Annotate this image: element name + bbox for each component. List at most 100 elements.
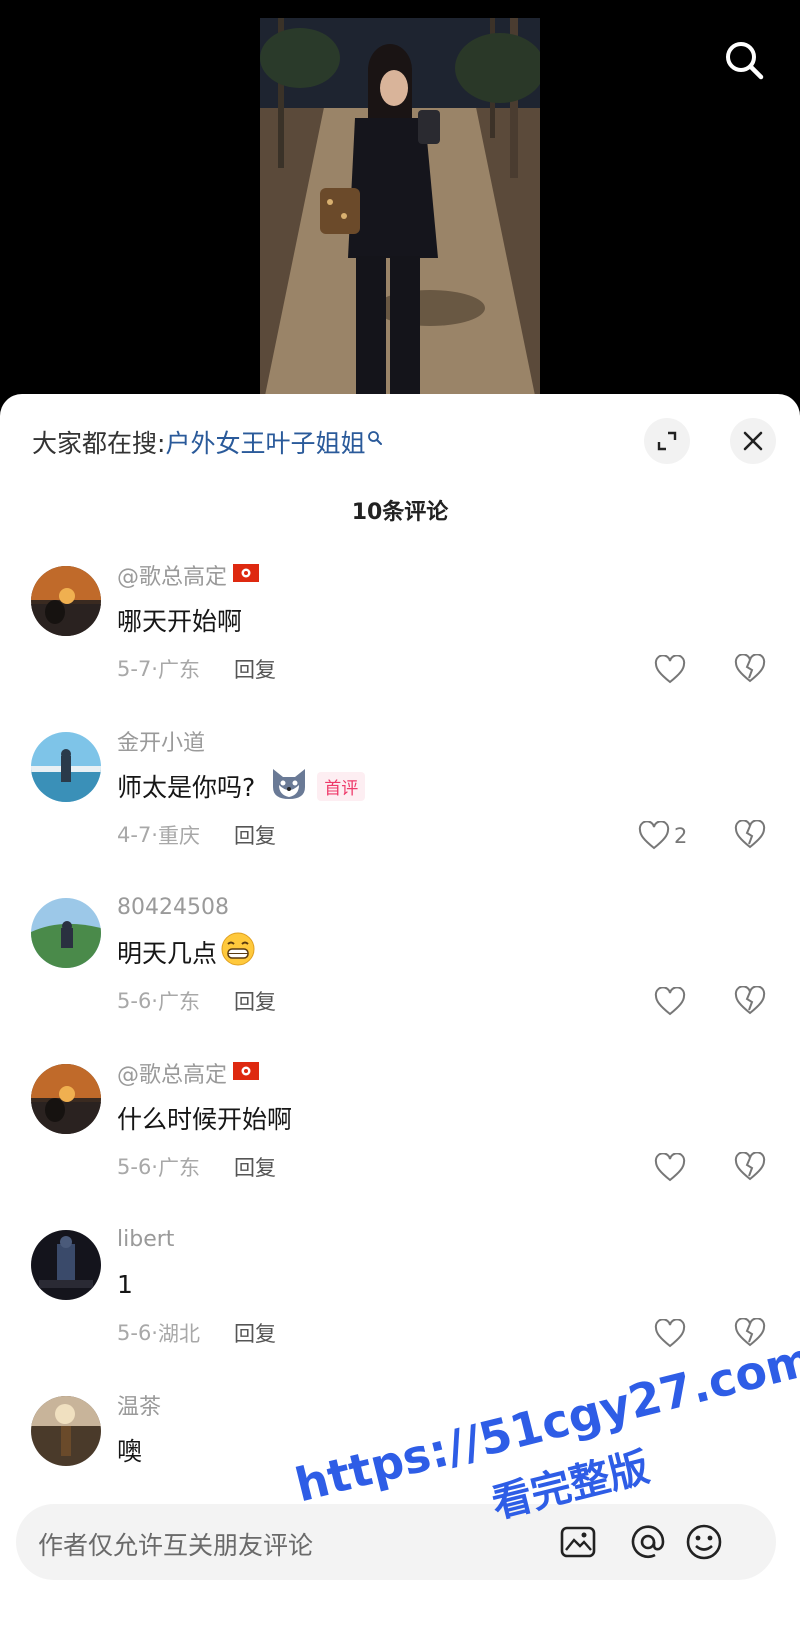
username-text: @歌总高定 xyxy=(117,1063,228,1088)
comment-text-content: 明天几点 xyxy=(117,939,218,968)
wolf-emoji-icon xyxy=(269,765,309,807)
comment-item[interactable]: @歌总高定 哪天开始啊 5-7· 广东 回复 xyxy=(0,556,800,722)
broken-heart-icon xyxy=(734,1317,766,1347)
comment-text: 师太是你吗? 首评 xyxy=(117,765,366,807)
avatar[interactable] xyxy=(31,566,101,636)
image-icon xyxy=(560,1526,596,1558)
search-button[interactable] xyxy=(720,36,768,84)
comment-meta: 4-7· 重庆 回复 xyxy=(117,820,276,850)
dislike-button[interactable] xyxy=(734,1317,766,1350)
comment-meta: 5-7· 广东 回复 xyxy=(117,654,276,684)
search-suggestion: 大家都在搜: 户外女王叶子姐姐 xyxy=(32,424,383,460)
at-icon xyxy=(631,1525,665,1558)
comment-username[interactable]: @歌总高定 xyxy=(117,1058,260,1088)
avatar[interactable] xyxy=(31,1396,101,1466)
username-text: libert xyxy=(117,1226,175,1252)
video-player[interactable] xyxy=(0,0,800,420)
hong-kong-flag-icon xyxy=(233,563,260,588)
comment-meta: 5-6· 湖北 回复 xyxy=(117,1318,276,1348)
comment-item[interactable]: libert 1 5-6· 湖北 回复 xyxy=(0,1220,800,1386)
like-button[interactable] xyxy=(654,1152,724,1184)
dislike-button[interactable] xyxy=(734,1151,766,1184)
comment-username[interactable]: libert xyxy=(117,1224,174,1254)
comment-text: 明天几点 xyxy=(117,932,257,972)
comment-text-content: 师太是你吗? xyxy=(117,773,256,802)
heart-icon xyxy=(638,821,670,850)
like-button[interactable]: 2 xyxy=(638,820,708,852)
comment-item[interactable]: 80424508 明天几点 5-6· 广东 回复 xyxy=(0,888,800,1054)
comment-date: 4-7· xyxy=(117,823,158,847)
dislike-button[interactable] xyxy=(734,653,766,686)
comment-date: 5-7· xyxy=(117,657,158,681)
comment-text: 什么时候开始啊 xyxy=(117,1105,293,1134)
like-count: 2 xyxy=(674,824,688,848)
broken-heart-icon xyxy=(734,1151,766,1181)
expand-icon xyxy=(657,431,677,451)
comment-text: 1 xyxy=(117,1269,133,1299)
expand-button[interactable] xyxy=(644,418,690,464)
heart-icon xyxy=(654,987,686,1016)
reply-button[interactable]: 回复 xyxy=(234,986,276,1016)
grinning-emoji-icon xyxy=(219,931,257,973)
emoji-icon xyxy=(686,1524,722,1560)
comment-input[interactable]: 作者仅允许互关朋友评论 xyxy=(16,1504,776,1580)
heart-icon xyxy=(654,1153,686,1182)
comment-location: 湖北 xyxy=(157,1322,200,1346)
avatar[interactable] xyxy=(31,898,101,968)
avatar[interactable] xyxy=(31,1230,101,1300)
comment-username[interactable]: 80424508 xyxy=(117,892,229,922)
mention-button[interactable] xyxy=(628,1522,668,1562)
dislike-button[interactable] xyxy=(734,985,766,1018)
video-still-image xyxy=(260,18,540,420)
username-text: @歌总高定 xyxy=(117,565,228,590)
comment-text: 哪天开始啊 xyxy=(117,607,243,636)
comment-input-placeholder: 作者仅允许互关朋友评论 xyxy=(38,1531,314,1560)
first-comment-badge: 首评 xyxy=(317,771,366,801)
comment-meta: 5-6· 广东 回复 xyxy=(117,1152,276,1182)
broken-heart-icon xyxy=(734,653,766,683)
video-frame[interactable] xyxy=(260,18,540,420)
dislike-button[interactable] xyxy=(734,819,766,852)
comment-date: 5-6· xyxy=(117,1155,158,1179)
comment-username[interactable]: 金开小道 xyxy=(117,726,205,756)
comment-username[interactable]: @歌总高定 xyxy=(117,560,260,590)
suggestion-query-link[interactable]: 户外女王叶子姐姐 xyxy=(165,424,365,460)
username-text: 温茶 xyxy=(117,1395,162,1420)
suggestion-prefix: 大家都在搜: xyxy=(32,429,166,458)
input-bar-container: 作者仅允许互关朋友评论 xyxy=(0,1484,800,1625)
like-button[interactable] xyxy=(654,1318,724,1350)
hong-kong-flag-icon xyxy=(233,1061,260,1086)
close-button[interactable] xyxy=(730,418,776,464)
comment-count-title: 10条评论 xyxy=(351,500,449,525)
reply-button[interactable]: 回复 xyxy=(234,1152,276,1182)
image-button[interactable] xyxy=(558,1522,598,1562)
reply-button[interactable]: 回复 xyxy=(234,820,276,850)
avatar[interactable] xyxy=(31,1064,101,1134)
comment-location: 广东 xyxy=(157,658,200,682)
like-button[interactable] xyxy=(654,986,724,1018)
username-text: 金开小道 xyxy=(117,731,206,756)
heart-icon xyxy=(654,655,686,684)
small-search-icon xyxy=(367,423,383,452)
comment-text: 噢 xyxy=(117,1437,143,1466)
like-button[interactable] xyxy=(654,654,724,686)
avatar[interactable] xyxy=(31,732,101,802)
broken-heart-icon xyxy=(734,985,766,1015)
emoji-button[interactable] xyxy=(684,1522,724,1562)
close-icon xyxy=(743,431,763,451)
comment-date: 5-6· xyxy=(117,989,158,1013)
reply-button[interactable]: 回复 xyxy=(234,1318,276,1348)
comment-date: 5-6· xyxy=(117,1321,158,1345)
reply-button[interactable]: 回复 xyxy=(234,654,276,684)
heart-icon xyxy=(654,1319,686,1348)
username-text: 80424508 xyxy=(117,894,229,920)
comment-username[interactable]: 温茶 xyxy=(117,1390,161,1420)
broken-heart-icon xyxy=(734,819,766,849)
comment-location: 重庆 xyxy=(157,824,200,848)
comment-item[interactable]: 金开小道 师太是你吗? 首评 4-7· 重庆 回复 2 xyxy=(0,722,800,888)
comment-location: 广东 xyxy=(157,1156,200,1180)
comment-item[interactable]: @歌总高定 什么时候开始啊 5-6· 广东 回复 xyxy=(0,1054,800,1220)
search-icon xyxy=(726,42,764,80)
comment-sheet: 大家都在搜: 户外女王叶子姐姐 10条评论 @歌总高定 哪天开始啊 5-7· 广… xyxy=(0,394,800,1625)
comment-location: 广东 xyxy=(157,990,200,1014)
